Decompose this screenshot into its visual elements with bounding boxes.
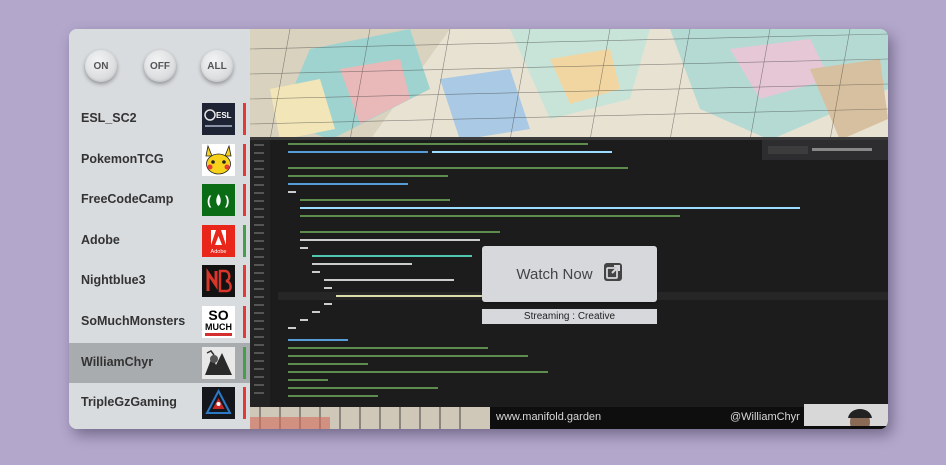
streamer-list: ESL_SC2 ESL PokemonTCG FreeCodeCamp () … (69, 99, 250, 424)
stream-preview[interactable]: www.manifold.garden @WilliamChyr Watch N… (250, 29, 888, 429)
status-indicator (243, 224, 246, 257)
filter-all-button[interactable]: ALL (201, 50, 233, 82)
filter-toggles: ON OFF ALL (69, 29, 250, 105)
footer-art (250, 407, 490, 429)
webcam-feed (804, 404, 888, 426)
svg-text:): ) (225, 193, 229, 208)
somuchmonsters-logo: SO MUCH (202, 305, 235, 338)
stream-footer: www.manifold.garden @WilliamChyr (250, 404, 888, 429)
status-indicator (243, 103, 246, 135)
streamer-item-esl-sc2[interactable]: ESL_SC2 ESL (69, 99, 250, 140)
adobe-logo: Adobe (202, 224, 235, 257)
streamer-name: FreeCodeCamp (81, 192, 174, 207)
streamer-name: SoMuchMonsters (81, 313, 186, 328)
game-artwork (250, 29, 888, 140)
streamer-item-williamchyr[interactable]: WilliamChyr (69, 342, 250, 384)
status-indicator (243, 305, 246, 338)
streamer-name: ESL_SC2 (81, 111, 137, 125)
freecodecamp-logo: ( ) (202, 184, 235, 217)
streamer-item-triplegzgaming[interactable]: TripleGzGaming (69, 383, 250, 424)
streamer-name: TripleGzGaming (81, 395, 177, 410)
svg-text:Adobe: Adobe (211, 249, 227, 255)
status-indicator (243, 387, 246, 420)
svg-text:MUCH: MUCH (205, 322, 232, 332)
esl-sc2-logo: ESL (202, 103, 235, 135)
streamer-item-freecodecamp[interactable]: FreeCodeCamp ( ) (69, 180, 250, 221)
twitch-viewer-card: ON OFF ALL ESL_SC2 ESL PokemonTCG FreeCo… (69, 29, 888, 429)
sidebar: ON OFF ALL ESL_SC2 ESL PokemonTCG FreeCo… (69, 29, 250, 429)
streamer-name: PokemonTCG (81, 151, 164, 166)
footer-website: www.manifold.garden (496, 411, 602, 423)
streamer-item-pokemontcg[interactable]: PokemonTCG (69, 140, 250, 181)
status-indicator (243, 346, 246, 379)
watch-now-label: Watch Now (516, 265, 593, 283)
nightblue3-logo (202, 265, 235, 298)
filter-off-button[interactable]: OFF (144, 50, 176, 82)
svg-text:(: ( (207, 193, 212, 208)
pikachu-logo (202, 143, 235, 176)
streamer-item-adobe[interactable]: Adobe Adobe (69, 221, 250, 262)
filter-on-button[interactable]: ON (85, 50, 117, 82)
watch-now-button[interactable]: Watch Now (482, 246, 657, 302)
svg-text:SO: SO (208, 307, 228, 323)
streamer-name: Adobe (81, 232, 120, 247)
stream-status: Streaming : Creative (482, 309, 657, 324)
streamer-item-nightblue3[interactable]: Nightblue3 (69, 261, 250, 302)
status-indicator (243, 265, 246, 298)
status-indicator (243, 143, 246, 176)
streamer-item-somuchmonsters[interactable]: SoMuchMonsters SO MUCH (69, 302, 250, 343)
williamchyr-avatar (202, 346, 235, 379)
streamer-name: Nightblue3 (81, 273, 146, 288)
streamer-name: WilliamChyr (81, 354, 154, 369)
svg-text:ESL: ESL (216, 111, 232, 120)
status-indicator (243, 184, 246, 217)
footer-handle: @WilliamChyr (730, 411, 800, 423)
external-link-icon (603, 262, 623, 286)
triplegz-logo (202, 387, 235, 420)
